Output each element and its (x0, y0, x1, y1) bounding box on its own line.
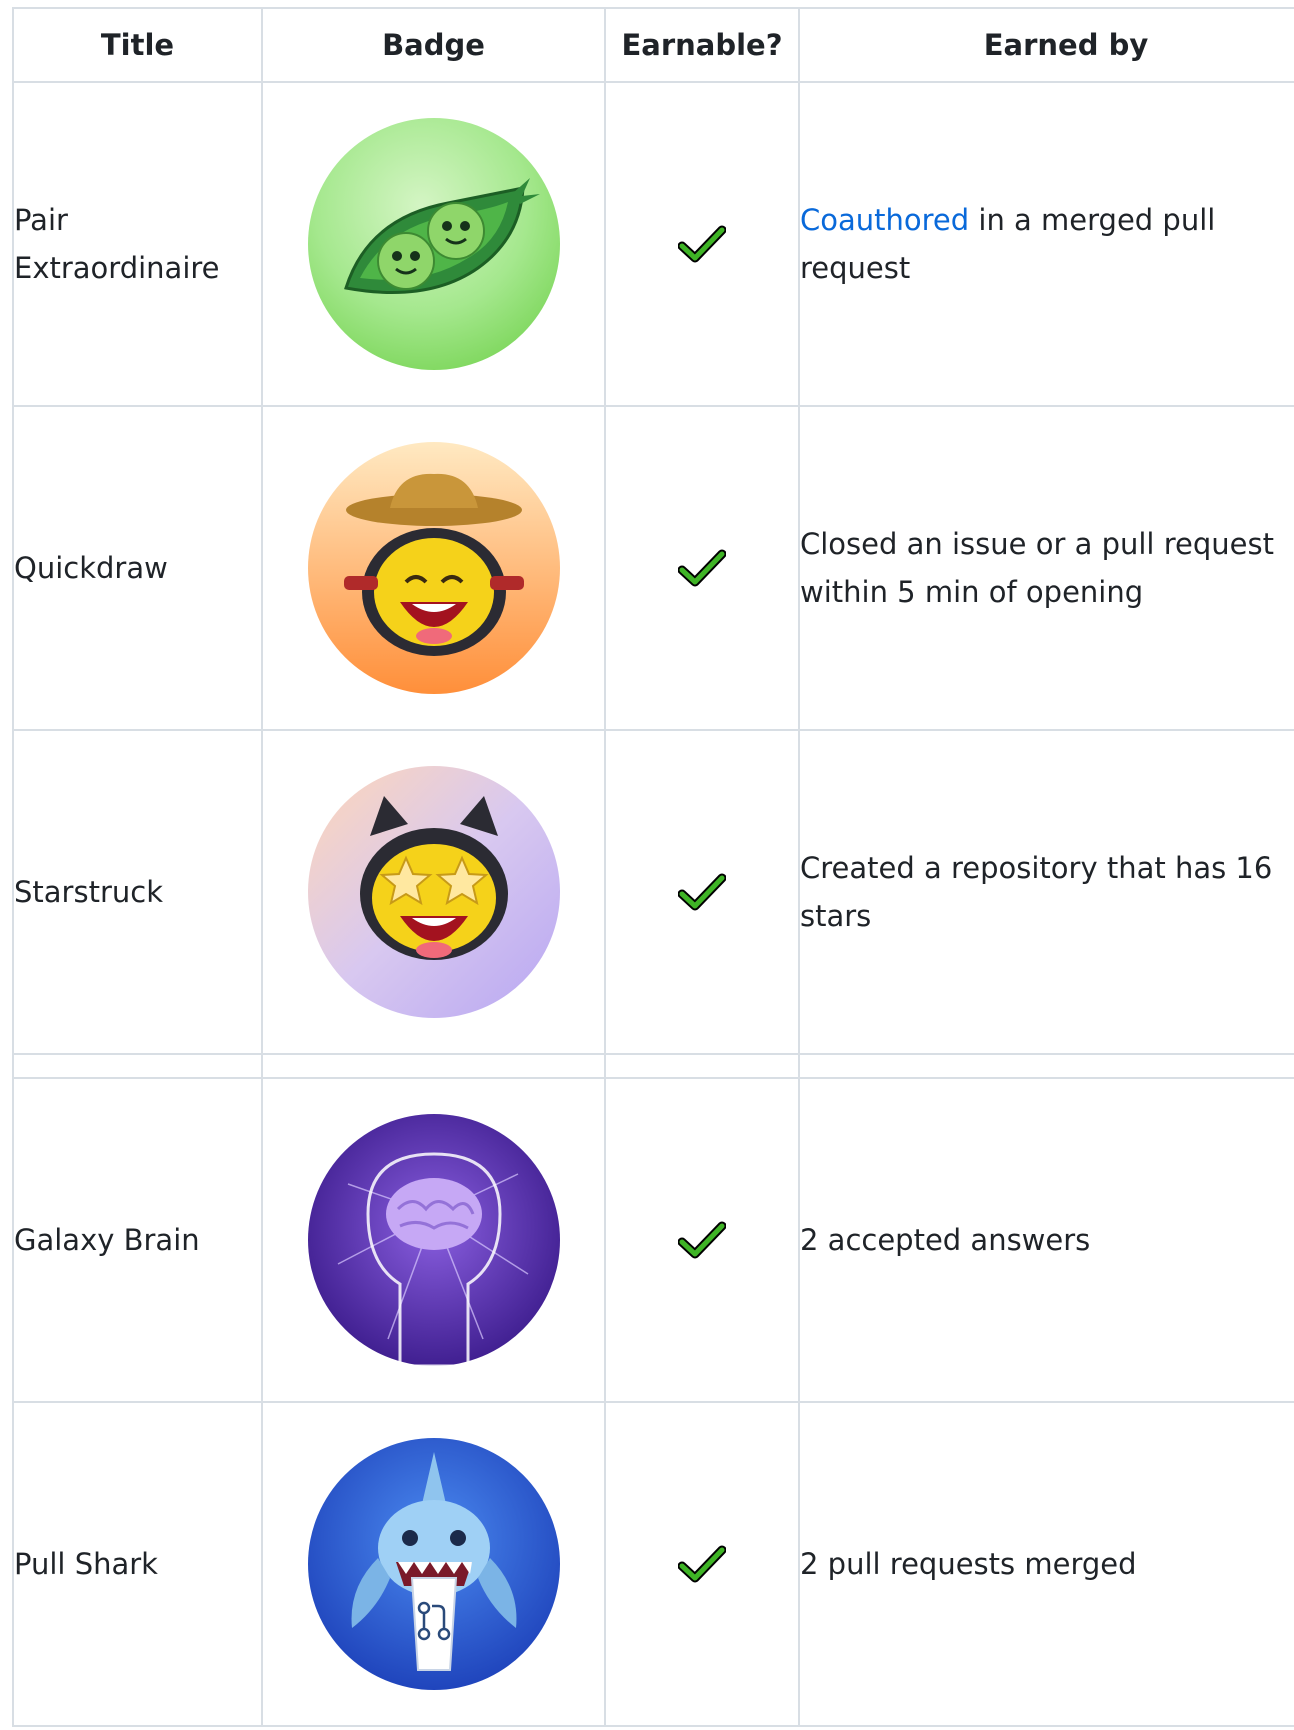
badge-title: Pair Extraordinaire (12, 81, 263, 407)
check-icon (678, 1221, 726, 1259)
spacer-cell (12, 1053, 263, 1079)
table-row: Pair Extraordinaire Coauthored in a merg… (12, 81, 1294, 407)
earned-by-cell: Created a repository that has 16 stars (798, 729, 1294, 1055)
badge-title: Pull Shark (12, 1401, 263, 1727)
header-title: Title (12, 7, 263, 83)
badge-image-cell (261, 405, 606, 731)
earnable-cell (604, 1401, 800, 1727)
header-earned-by: Earned by (798, 7, 1294, 83)
earned-by-cell: 2 pull requests merged (798, 1401, 1294, 1727)
check-icon (678, 225, 726, 263)
badge-title: Quickdraw (12, 405, 263, 731)
earnable-cell (604, 81, 800, 407)
earned-by-cell: Coauthored in a merged pull request (798, 81, 1294, 407)
table-row: Pull Shark 2 pull requests merged (12, 1401, 1294, 1727)
check-icon (678, 549, 726, 587)
header-earnable: Earnable? (604, 7, 800, 83)
achievements-table: Title Badge Earnable? Earned by Pair Ext… (12, 7, 1294, 1727)
page: Title Badge Earnable? Earned by Pair Ext… (0, 0, 1294, 1730)
badge-image-cell (261, 1077, 606, 1403)
coauthored-link[interactable]: Coauthored (800, 203, 969, 237)
spacer-cell (604, 1053, 800, 1079)
table-row: Galaxy Brain 2 accepted answers (12, 1077, 1294, 1403)
check-icon (678, 873, 726, 911)
shark-icon (307, 1438, 560, 1690)
earnable-cell (604, 1077, 800, 1403)
badge-image-cell (261, 81, 606, 407)
earned-by-cell: 2 accepted answers (798, 1077, 1294, 1403)
earnable-cell (604, 729, 800, 1055)
badge-title: Starstruck (12, 729, 263, 1055)
badge-image-cell (261, 1401, 606, 1727)
table-row: Starstruck Created a repository that has… (12, 729, 1294, 1055)
cowboy-cat-icon (307, 442, 560, 694)
spacer-cell (261, 1053, 606, 1079)
galaxy-brain-icon (307, 1114, 560, 1366)
table-row: Quickdraw Closed an issue or a pull requ… (12, 405, 1294, 731)
table-header-row: Title Badge Earnable? Earned by (12, 7, 1294, 83)
table-spacer-row (12, 1053, 1294, 1079)
earnable-cell (604, 405, 800, 731)
star-eyes-cat-icon (307, 766, 560, 1018)
check-icon (678, 1545, 726, 1583)
header-badge: Badge (261, 7, 606, 83)
pea-pod-icon (307, 118, 560, 370)
badge-image-cell (261, 729, 606, 1055)
spacer-cell (798, 1053, 1294, 1079)
earned-by-cell: Closed an issue or a pull request within… (798, 405, 1294, 731)
badge-title: Galaxy Brain (12, 1077, 263, 1403)
